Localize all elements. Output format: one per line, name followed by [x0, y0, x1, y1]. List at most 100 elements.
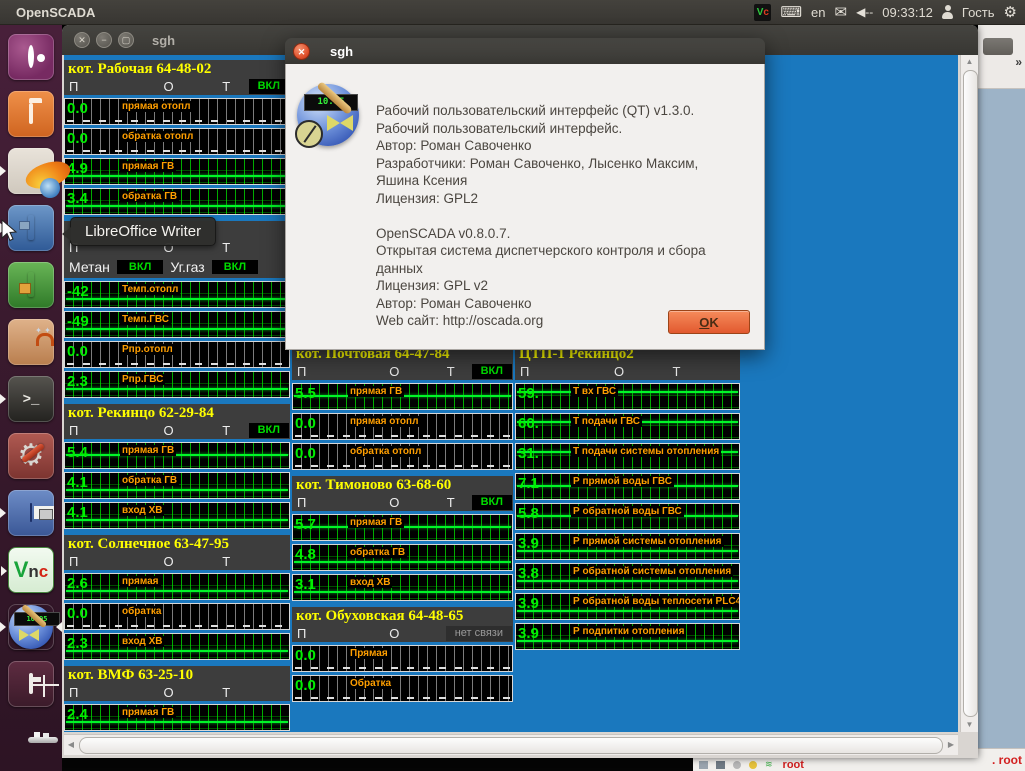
header-letter-button[interactable]: Т	[447, 363, 455, 380]
trend-strip[interactable]: -49Темп.ГВС	[64, 311, 290, 338]
scroll-up-icon[interactable]: ▲	[962, 55, 977, 69]
window-minimize-button[interactable]: −	[96, 32, 112, 48]
trend-strip[interactable]: 3.9Р подпитки отопления	[515, 623, 740, 650]
launcher-libreoffice-calc[interactable]	[8, 262, 54, 308]
header-letter-button[interactable]: Т	[222, 422, 230, 439]
trend-strip[interactable]: -42Темп.отопл	[64, 281, 290, 308]
vnc-indicator-icon[interactable]: Vc	[754, 4, 771, 21]
header-letter-button[interactable]: Т	[222, 553, 230, 570]
header-letter-button[interactable]: Т	[447, 494, 455, 511]
trend-strip[interactable]: 0.0прямая отопл	[64, 98, 290, 125]
dialog-titlebar[interactable]: ✕ sgh	[285, 38, 765, 64]
launcher-trash[interactable]	[8, 718, 54, 764]
header-letter-button[interactable]: Т	[222, 78, 230, 95]
header-letter-button[interactable]: П	[297, 363, 306, 380]
header-letter-button[interactable]: Т	[222, 684, 230, 701]
trend-strip[interactable]: 3.9Р прямой системы отопления	[515, 533, 740, 560]
trend-strip[interactable]: 0.0Прямая	[292, 645, 513, 672]
trend-strip[interactable]: 4.8обратка ГВ	[292, 544, 513, 571]
display-icon[interactable]	[716, 761, 725, 769]
scroll-right-icon[interactable]: ▶	[944, 736, 958, 754]
session-user[interactable]: Гость	[962, 5, 995, 20]
trend-strip[interactable]: 2.3вход ХВ	[64, 633, 290, 660]
trend-strip[interactable]: 0.0обратка	[64, 603, 290, 630]
horizontal-scroll-thumb[interactable]	[79, 737, 943, 754]
window-close-button[interactable]: ✕	[74, 32, 90, 48]
header-letter-button[interactable]: О	[389, 625, 399, 642]
mail-icon[interactable]: ✉	[834, 3, 847, 21]
header-letter-button[interactable]: П	[69, 684, 78, 701]
header-letter-button[interactable]: О	[163, 684, 173, 701]
horizontal-scrollbar[interactable]: ◀ ▶	[64, 734, 958, 755]
window-maximize-button[interactable]: ▢	[118, 32, 134, 48]
header-letter-button[interactable]: Т	[222, 239, 230, 256]
trend-strip[interactable]: 5.7прямая ГВ	[292, 514, 513, 541]
header-letter-button[interactable]: О	[614, 363, 624, 380]
strip-label: прямая ГВ	[348, 386, 404, 397]
printer-icon[interactable]	[699, 761, 708, 769]
launcher-workspace-switcher[interactable]	[8, 661, 54, 707]
header-letter-button[interactable]: О	[163, 553, 173, 570]
clock[interactable]: 09:33:12	[882, 5, 933, 20]
header-letter-button[interactable]: О	[163, 78, 173, 95]
vertical-scrollbar[interactable]: ▲ ▼	[960, 55, 978, 732]
volume-icon[interactable]: ◀--	[856, 5, 873, 19]
trend-strip[interactable]: 3.4обратка ГВ	[64, 188, 290, 215]
header-letter-button[interactable]: П	[297, 494, 306, 511]
keyboard-icon[interactable]: ⌨	[780, 3, 802, 21]
network-icon[interactable]: ≋	[765, 759, 773, 770]
trend-strip[interactable]: 2.6прямая	[64, 573, 290, 600]
dialog-title: sgh	[330, 44, 353, 59]
trend-strip[interactable]: 0.0Обратка	[292, 675, 513, 702]
trend-strip[interactable]: 31.Т подачи системы отопления	[515, 443, 740, 470]
trend-strip[interactable]: 4.1вход ХВ	[64, 502, 290, 529]
alarm-icon[interactable]	[749, 761, 757, 769]
launcher-system-settings[interactable]: ⚙	[8, 433, 54, 479]
launcher-openscada[interactable]: 10.95	[8, 604, 54, 650]
trend-strip[interactable]: 2.3Рпр.ГВС	[64, 371, 290, 398]
launcher-dash[interactable]	[8, 34, 54, 80]
toolbar-overflow-button[interactable]: »	[1015, 55, 1022, 69]
gear-icon[interactable]: ⚙	[1004, 3, 1017, 21]
trend-strip[interactable]: 3.8Р обратной системы отопления	[515, 563, 740, 590]
header-letter-button[interactable]: П	[69, 78, 78, 95]
header-letter-button[interactable]: О	[163, 422, 173, 439]
launcher-software-center[interactable]	[8, 319, 54, 365]
trend-strip[interactable]: 4.1обратка ГВ	[64, 472, 290, 499]
scroll-left-icon[interactable]: ◀	[64, 736, 78, 754]
trend-strip[interactable]: 3.9Р обратной воды теплосети PLC4	[515, 593, 740, 620]
header-letter-button[interactable]: П	[297, 625, 306, 642]
trend-strip[interactable]: 5.4прямая ГВ	[64, 442, 290, 469]
launcher-files[interactable]	[8, 91, 54, 137]
trend-strip[interactable]: 0.0прямая отопл	[292, 413, 513, 440]
trend-strip[interactable]: 3.1вход ХВ	[292, 574, 513, 601]
trend-strip[interactable]: 5.5прямая ГВ	[292, 383, 513, 410]
idle-icon[interactable]	[733, 761, 741, 769]
header-letter-button[interactable]: П	[69, 553, 78, 570]
toolbar-button[interactable]	[983, 38, 1013, 55]
trend-strip[interactable]: 2.4прямая ГВ	[64, 704, 290, 731]
header-letter-button[interactable]: П	[520, 363, 529, 380]
header-letter-button[interactable]: П	[69, 422, 78, 439]
launcher-terminal[interactable]: >_	[8, 376, 54, 422]
ok-button[interactable]: OK	[668, 310, 750, 334]
trend-strip[interactable]: 0.0обратка отопл	[292, 443, 513, 470]
trend-strip[interactable]: 60.Т подачи ГВС	[515, 413, 740, 440]
vertical-scroll-thumb[interactable]	[963, 70, 978, 717]
trend-strip[interactable]: 5.8Р обратной воды ГВС	[515, 503, 740, 530]
trend-strip[interactable]: 7.1Р прямой воды ГВС	[515, 473, 740, 500]
header-letter-button[interactable]: О	[389, 363, 399, 380]
trend-strip[interactable]: 0.0Рпр.отопл	[64, 341, 290, 368]
launcher-firefox[interactable]	[8, 148, 54, 194]
trend-grid	[65, 634, 289, 659]
trend-strip[interactable]: 4.9прямая ГВ	[64, 158, 290, 185]
dialog-close-button[interactable]: ✕	[293, 43, 310, 60]
launcher-backup-tool[interactable]	[8, 490, 54, 536]
keyboard-layout[interactable]: en	[811, 5, 825, 20]
header-letter-button[interactable]: О	[389, 494, 399, 511]
trend-strip[interactable]: 59.Т вх ГВС	[515, 383, 740, 410]
scroll-down-icon[interactable]: ▼	[962, 718, 977, 732]
launcher-vnc-viewer[interactable]: Vnc	[8, 547, 54, 593]
trend-strip[interactable]: 0.0обратка отопл	[64, 128, 290, 155]
header-letter-button[interactable]: Т	[673, 363, 681, 380]
